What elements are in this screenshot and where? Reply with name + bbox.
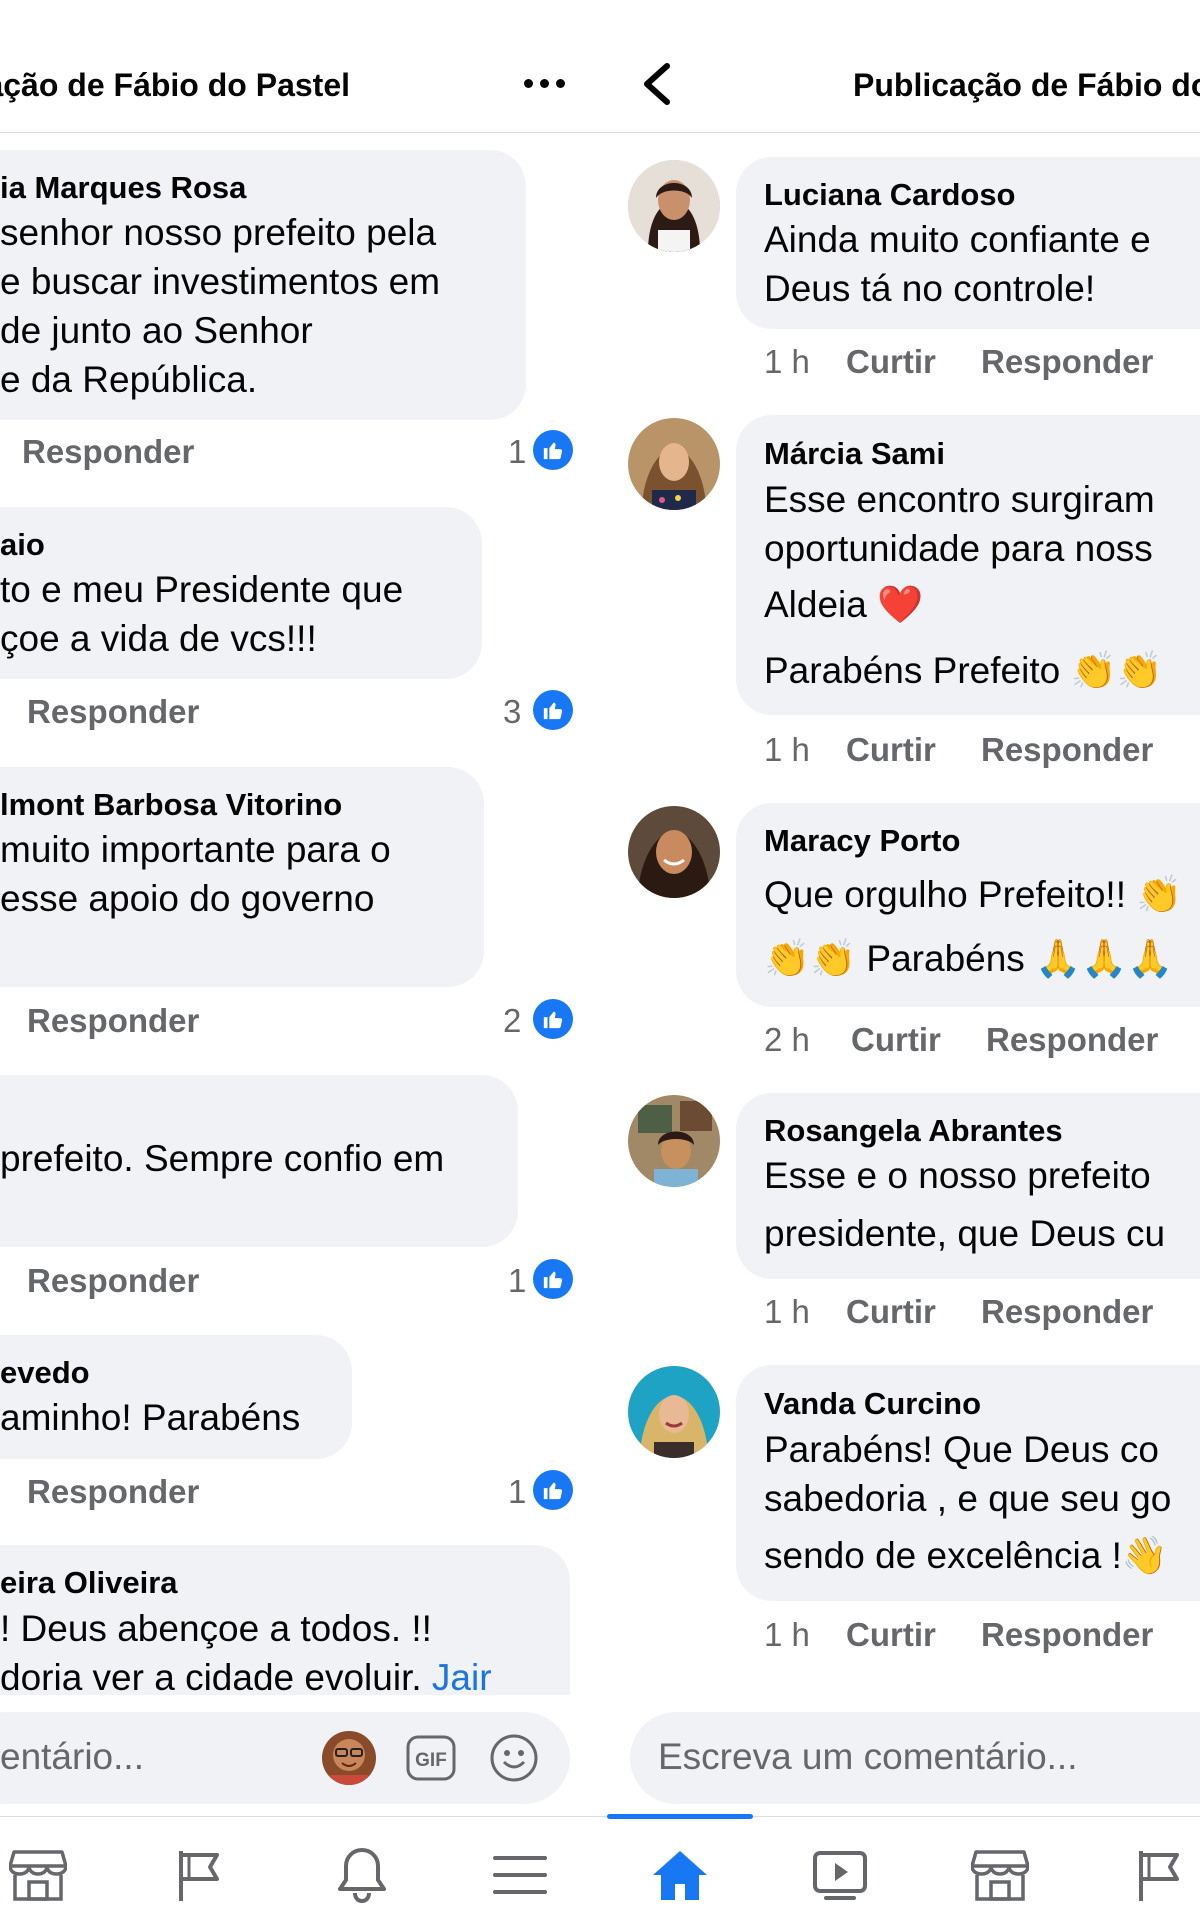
timestamp: 1 h: [764, 343, 810, 380]
comment-author[interactable]: Luciana Cardoso: [764, 177, 1016, 213]
bottom-nav: [0, 1816, 600, 1920]
reply-button[interactable]: Responder: [986, 1021, 1158, 1059]
comment-author[interactable]: lmont Barbosa Vitorino: [0, 787, 342, 823]
smiley-icon[interactable]: [489, 1733, 539, 1783]
reply-button[interactable]: Responder: [27, 1473, 199, 1511]
comment-author[interactable]: eira Oliveira: [0, 1565, 178, 1601]
like-button[interactable]: Curtir: [846, 1616, 936, 1654]
reply-button[interactable]: Responder: [22, 433, 194, 471]
comment-author[interactable]: aio: [0, 527, 45, 563]
post-title: Publicação de Fábio do: [853, 67, 1200, 103]
comment-text: esse apoio do governo: [0, 878, 375, 919]
comment-author[interactable]: ia Marques Rosa: [0, 170, 246, 206]
watch-video-icon[interactable]: [810, 1845, 870, 1905]
reply-button[interactable]: Responder: [27, 1002, 199, 1040]
reaction-count[interactable]: 2: [503, 1002, 521, 1040]
comment-text: doria ver a cidade evoluir. Jair: [0, 1657, 492, 1699]
comment-text: e buscar investimentos em: [0, 261, 441, 302]
comment-author[interactable]: evedo: [0, 1355, 90, 1391]
reply-button[interactable]: Responder: [27, 693, 199, 731]
comment-text: de junto ao Senhor: [0, 310, 313, 351]
comment-text: presidente, que Deus cu: [764, 1213, 1166, 1254]
svg-text:GIF: GIF: [415, 1750, 447, 1771]
reaction-count[interactable]: 1: [508, 1473, 526, 1511]
comment-author[interactable]: Rosangela Abrantes: [764, 1113, 1063, 1149]
reply-button[interactable]: Responder: [981, 343, 1153, 381]
avatar-sticker-icon[interactable]: [322, 1731, 376, 1785]
bottom-nav: [600, 1816, 1200, 1920]
comment-text: prefeito. Sempre confio em: [0, 1138, 445, 1179]
like-thumb-icon: [533, 1470, 573, 1510]
comment-text: aminho! Parabéns: [0, 1397, 301, 1438]
comment-text: çoe a vida de vcs!!!: [0, 618, 317, 659]
comment-text: Parabéns! Que Deus co: [764, 1429, 1159, 1470]
comment-text: Esse encontro surgiram: [764, 479, 1155, 520]
like-button[interactable]: Curtir: [851, 1021, 941, 1059]
left-header: ação de Fábio do Pastel: [0, 0, 600, 133]
comment-text: e da República.: [0, 359, 258, 400]
comment-text: sabedoria , e que seu go: [764, 1478, 1172, 1519]
like-button[interactable]: Curtir: [846, 1293, 936, 1331]
comment-author[interactable]: Márcia Sami: [764, 436, 945, 472]
comment-text: ! Deus abençoe a todos. !!: [0, 1608, 432, 1649]
comment-author[interactable]: Maracy Porto: [764, 823, 960, 859]
like-thumb-icon: [533, 690, 573, 730]
like-button[interactable]: Curtir: [846, 731, 936, 769]
comment-placeholder: entário...: [0, 1736, 144, 1777]
reply-button[interactable]: Responder: [981, 731, 1153, 769]
like-thumb-icon: [533, 999, 573, 1039]
comment-author[interactable]: Vanda Curcino: [764, 1386, 981, 1422]
comment-text: Aldeia ❤️: [764, 584, 924, 625]
avatar[interactable]: [628, 806, 720, 898]
left-comments-pane: ação de Fábio do Pastel ia Marques Rosa …: [0, 0, 600, 1920]
marketplace-icon[interactable]: [970, 1845, 1030, 1905]
comment-text: senhor nosso prefeito pela: [0, 212, 437, 253]
chevron-left-icon[interactable]: [637, 62, 677, 106]
marketplace-icon[interactable]: [8, 1845, 68, 1905]
right-header: Publicação de Fábio do: [600, 0, 1200, 133]
comment-text: Parabéns Prefeito 👏👏: [764, 650, 1163, 691]
avatar[interactable]: [628, 418, 720, 510]
comment-text: sendo de excelência !👋: [764, 1535, 1168, 1576]
reaction-count[interactable]: 1: [508, 433, 526, 471]
comment-text: muito importante para o: [0, 829, 391, 870]
home-icon[interactable]: [650, 1845, 710, 1905]
menu-icon[interactable]: [490, 1845, 550, 1905]
right-comments-pane: Publicação de Fábio do Luciana Cardoso A…: [600, 0, 1200, 1920]
more-horizontal-icon[interactable]: [524, 79, 565, 88]
like-thumb-icon: [533, 430, 573, 470]
timestamp: 2 h: [764, 1021, 810, 1058]
comment-text: 👏👏 Parabéns 🙏🙏🙏: [764, 938, 1174, 979]
reaction-count[interactable]: 1: [508, 1262, 526, 1300]
comment-placeholder: Escreva um comentário...: [658, 1736, 1078, 1777]
like-button[interactable]: Curtir: [846, 343, 936, 381]
comment-text: to e meu Presidente que: [0, 569, 404, 610]
timestamp: 1 h: [764, 1293, 810, 1330]
reaction-count[interactable]: 3: [503, 693, 521, 731]
comment-input[interactable]: entário... GIF: [0, 1712, 570, 1804]
timestamp: 1 h: [764, 1616, 810, 1653]
comment-text: oportunidade para noss: [764, 528, 1153, 569]
comment-text: Ainda muito confiante e: [764, 219, 1151, 260]
mention-link[interactable]: Jair: [432, 1657, 492, 1698]
pages-flag-icon[interactable]: [1130, 1845, 1190, 1905]
avatar[interactable]: [628, 160, 720, 252]
comment-text: Esse e o nosso prefeito: [764, 1155, 1151, 1196]
notifications-bell-icon[interactable]: [332, 1845, 392, 1905]
avatar[interactable]: [628, 1366, 720, 1458]
reply-button[interactable]: Responder: [27, 1262, 199, 1300]
post-title: ação de Fábio do Pastel: [0, 67, 350, 103]
reply-button[interactable]: Responder: [981, 1616, 1153, 1654]
gif-icon[interactable]: GIF: [406, 1735, 456, 1781]
comment-input[interactable]: Escreva um comentário...: [630, 1712, 1200, 1804]
comment-text-part: doria ver a cidade evoluir.: [0, 1657, 432, 1698]
pages-flag-icon[interactable]: [170, 1845, 230, 1905]
avatar[interactable]: [628, 1095, 720, 1187]
comment-text: Que orgulho Prefeito!! 👏: [764, 874, 1183, 915]
comment-text: Deus tá no controle!: [764, 268, 1096, 309]
like-thumb-icon: [533, 1259, 573, 1299]
timestamp: 1 h: [764, 731, 810, 768]
reply-button[interactable]: Responder: [981, 1293, 1153, 1331]
home-tab-indicator: [607, 1814, 753, 1819]
